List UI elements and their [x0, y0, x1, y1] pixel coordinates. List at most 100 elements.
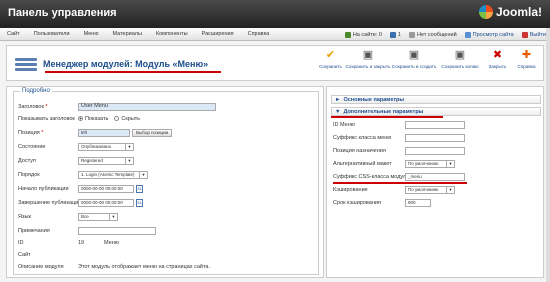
language-select[interactable]: Все ▼: [78, 212, 118, 221]
menu-item-users[interactable]: Пользователи: [27, 31, 77, 37]
access-select[interactable]: Registered ▼: [78, 156, 134, 165]
title-underline: [45, 71, 221, 73]
help-icon: ✚: [521, 49, 532, 61]
position-input[interactable]: left: [78, 128, 130, 137]
chevron-down-icon: ▼: [109, 213, 117, 220]
module-class-underline: [333, 182, 467, 184]
menu-item-extensions[interactable]: Расширения: [195, 31, 241, 37]
logo-text: Joomla!: [495, 5, 542, 19]
visitors-icon: [344, 31, 351, 38]
page-scrollbar[interactable]: [546, 28, 550, 282]
close-button[interactable]: ✖ Закрыть: [483, 49, 512, 69]
alt-layout-label: Альтернативный макет: [333, 160, 392, 167]
joomla-logo[interactable]: Joomla!: [478, 5, 542, 19]
alt-layout-select[interactable]: По умолчанию ▼: [405, 159, 455, 168]
logout-icon: [521, 31, 528, 38]
select-position-button[interactable]: Выбор позиции: [132, 128, 173, 137]
cache-time-input[interactable]: 900: [405, 198, 431, 207]
advanced-underline: [331, 116, 443, 118]
chevron-down-icon: ▼: [446, 186, 454, 193]
logout-link[interactable]: Выйти: [521, 31, 546, 38]
show-title-row: Показывать заголовок Показать Скрыть: [18, 114, 140, 123]
notes-input[interactable]: [78, 226, 156, 235]
title-input[interactable]: User Menu: [78, 102, 216, 111]
save-copy-icon: ▣: [454, 49, 466, 61]
help-button[interactable]: ✚ Справка: [512, 49, 541, 69]
admins-icon: [389, 31, 396, 38]
module-type-value: Меню: [104, 239, 119, 246]
menu-id-row: ID Меню: [333, 120, 465, 129]
chevron-down-icon: ▼: [139, 171, 147, 178]
site-label: Сайт: [18, 251, 31, 258]
publish-up-row: Начало публикации 0000-00-00 00:00:00 31: [18, 184, 143, 193]
module-class-row: Суффикс CSS-класса модуля _menu: [333, 172, 465, 181]
order-label: Порядок: [18, 171, 40, 178]
desc-label: Описание модуля: [18, 263, 64, 270]
publish-down-input[interactable]: 0000-00-00 00:00:00: [78, 198, 134, 207]
desc-value: Этот модуль отображает меню на страницах…: [78, 263, 211, 270]
access-label: Доступ: [18, 157, 36, 164]
joomla-logo-icon: [478, 5, 493, 19]
menu-item-components[interactable]: Компоненты: [149, 31, 195, 37]
notes-row: Примечания: [18, 226, 156, 235]
menu-id-label: ID Меню: [333, 121, 355, 128]
header-title: Панель управления: [8, 7, 117, 19]
chevron-down-icon: ▼: [446, 160, 454, 167]
access-row: Доступ Registered ▼: [18, 156, 134, 165]
cache-time-row: Срок кэширования 900: [333, 198, 431, 207]
module-class-input[interactable]: _menu: [405, 172, 465, 181]
chevron-down-icon: ▼: [125, 143, 133, 150]
state-select[interactable]: Опубликовано ▼: [78, 142, 134, 151]
caching-select[interactable]: По умолчанию ▼: [405, 185, 455, 194]
language-row: Язык Все ▼: [18, 212, 118, 221]
save-close-button[interactable]: ▣ Сохранить и закрыть: [345, 49, 391, 69]
id-row: ID 19 Меню: [18, 238, 119, 247]
close-icon: ✖: [492, 49, 503, 61]
menu-class-input[interactable]: [405, 133, 465, 142]
id-label: ID: [18, 239, 24, 246]
admins-status: 1: [389, 31, 401, 38]
show-radio[interactable]: [78, 116, 83, 121]
hide-option-label: Скрыть: [121, 115, 141, 122]
menu-item-help[interactable]: Справка: [241, 31, 277, 37]
publish-up-input[interactable]: 0000-00-00 00:00:00: [78, 184, 134, 193]
target-input[interactable]: [405, 146, 465, 155]
menu-item-menus[interactable]: Меню: [77, 31, 106, 37]
page-title: Менеджер модулей: Модуль «Меню»: [43, 59, 209, 69]
calendar-icon[interactable]: 31: [136, 198, 143, 207]
save-button[interactable]: ✔ Сохранить: [316, 49, 345, 69]
module-class-label: Суффикс CSS-класса модуля: [333, 173, 410, 180]
order-select[interactable]: 1. Login (Atomic Template) ▼: [78, 170, 148, 179]
menu-class-label: Суффикс класса меню: [333, 134, 392, 141]
mail-icon: [408, 31, 415, 38]
advanced-params-header[interactable]: ▼ Дополнительные параметры: [331, 107, 541, 116]
target-label: Позиция назначения: [333, 147, 386, 154]
state-row: Состояние Опубликовано ▼: [18, 142, 134, 151]
status-area: На сайте: 0 1 Нет сообщений Просмотр сай…: [344, 28, 546, 41]
hide-radio[interactable]: [114, 116, 120, 121]
save-new-icon: ▣: [408, 49, 420, 61]
messages-status[interactable]: Нет сообщений: [408, 31, 457, 38]
cache-time-label: Срок кэширования: [333, 199, 381, 206]
chevron-right-icon: ►: [335, 96, 341, 103]
params-panel: ► Основные параметры ▼ Дополнительные па…: [326, 86, 544, 278]
preview-icon: [464, 31, 471, 38]
menu-item-site[interactable]: Сайт: [0, 31, 27, 37]
chevron-down-icon: ▼: [335, 108, 341, 115]
save-new-button[interactable]: ▣ Сохранить и создать: [391, 49, 437, 69]
header-bar: Панель управления Joomla!: [0, 0, 550, 28]
order-row: Порядок 1. Login (Atomic Template) ▼: [18, 170, 148, 179]
target-row: Позиция назначения: [333, 146, 465, 155]
calendar-icon[interactable]: 31: [136, 184, 143, 193]
caching-label: Кэширование: [333, 186, 368, 193]
preview-link[interactable]: Просмотр сайта: [464, 31, 514, 38]
publish-up-label: Начало публикации: [18, 185, 69, 192]
menu-item-content[interactable]: Материалы: [105, 31, 148, 37]
notes-label: Примечания: [18, 227, 50, 234]
caching-row: Кэширование По умолчанию ▼: [333, 185, 455, 194]
menu-class-row: Суффикс класса меню: [333, 133, 465, 142]
show-option-label: Показать: [85, 115, 109, 122]
menu-id-input[interactable]: [405, 120, 465, 129]
basic-params-header[interactable]: ► Основные параметры: [331, 95, 541, 104]
save-copy-button[interactable]: ▣ Сохранить копию: [437, 49, 483, 69]
